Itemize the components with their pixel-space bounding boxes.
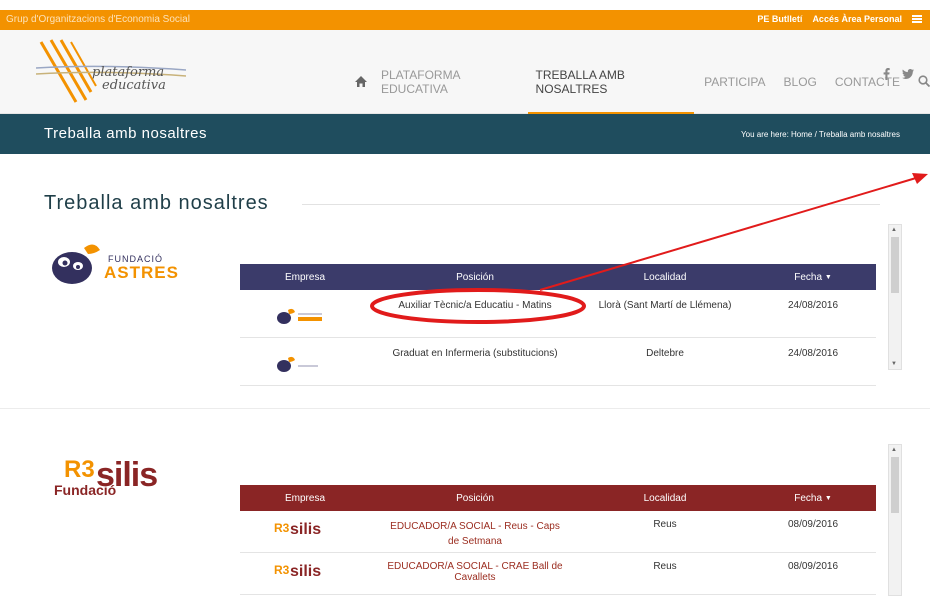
breadcrumb: You are here: Home / Treballa amb nosalt… [741,130,900,139]
social-links [883,68,914,83]
scroll-up-icon[interactable]: ▲ [891,447,897,453]
job-location: Llorà (Sant Martí de Llémena) [598,300,732,311]
resilis-table-scrollbar[interactable]: ▲ [888,444,902,596]
org-name: Grup d'Organitzacions d'Economia Social [6,14,190,25]
col-fecha[interactable]: Fecha ▼ [750,272,876,283]
col-localidad[interactable]: Localidad [580,272,750,283]
table-row[interactable]: R3 silis EDUCADOR/A SOCIAL - CRAE Ball d… [240,553,876,595]
newsletter-link[interactable]: PE Butlletí [757,14,802,24]
resilis-logo-top: R3 [64,456,95,483]
site-logo[interactable]: plataforma educativa [35,38,187,104]
facebook-icon[interactable] [883,68,890,83]
job-position[interactable]: Auxiliar Tècnic/a Educatiu - Matins [370,300,580,337]
logo-text: plataforma educativa [92,65,166,93]
job-position[interactable]: EDUCADOR/A SOCIAL - Reus - Caps de Setma… [370,519,580,552]
job-position[interactable]: Graduat en Infermeria (substitucions) [370,348,580,385]
top-links: PE Butlletí Accés Àrea Personal [757,14,922,24]
table-header: Empresa Posición Localidad Fecha ▼ [240,485,876,511]
resilis-jobs-table: Empresa Posición Localidad Fecha ▼ R3 si… [240,485,876,595]
resilis-logo-sub: Fundació [54,482,117,498]
resilis-logo: R3 silis Fundació [48,456,178,518]
job-location: Deltebre [646,348,684,359]
page-banner: Treballa amb nosaltres You are here: Hom… [0,114,930,154]
main-nav: PLATAFORMA EDUCATIVA TREBALLA AMB NOSALT… [355,68,930,114]
col-fecha[interactable]: Fecha ▼ [750,493,876,504]
job-date: 08/09/2016 [787,561,839,572]
scroll-thumb[interactable] [891,457,899,513]
company-logo: R3 silis [240,561,370,594]
astres-table-scrollbar[interactable]: ▲ ▼ [888,224,902,370]
table-row[interactable]: R3 silis EDUCADOR/A SOCIAL - Reus - Caps… [240,511,876,553]
scroll-down-icon[interactable]: ▼ [891,361,897,367]
nav-treballa-amb-nosaltres[interactable]: TREBALLA AMB NOSALTRES [527,68,694,114]
resilis-mini-word: silis [290,563,322,580]
resilis-mini-top: R3 [274,563,290,577]
breadcrumb-current: Treballa amb nosaltres [818,130,900,139]
scroll-thumb[interactable] [891,237,899,293]
sort-down-icon: ▼ [824,494,832,502]
col-localidad[interactable]: Localidad [580,493,750,504]
home-icon[interactable] [355,75,367,90]
col-empresa[interactable]: Empresa [240,272,370,283]
page-title: Treballa amb nosaltres [44,192,269,214]
table-row[interactable]: Graduat en Infermeria (substitucions) De… [240,338,876,386]
astres-jobs-table: Empresa Posición Localidad Fecha ▼ Auxil… [240,264,876,386]
title-divider [302,204,880,205]
job-date: 24/08/2016 [787,300,839,311]
personal-area-link[interactable]: Accés Àrea Personal [812,14,902,24]
nav-participa[interactable]: PARTICIPA [704,75,765,89]
job-date: 08/09/2016 [787,519,839,530]
astres-mini-icon [277,308,322,324]
job-location: Reus [653,561,677,572]
company-logo [240,300,370,337]
company-logo: R3 silis [240,519,370,552]
top-bar: Grup d'Organitzacions d'Economia Social … [0,10,930,30]
astres-logo: FUNDACIÓ ASTRES [48,232,178,292]
breadcrumb-home[interactable]: Home [791,130,812,139]
job-date: 24/08/2016 [787,348,839,359]
site-header: plataforma educativa PLATAFORMA EDUCATIV… [0,30,930,114]
annotation-arrow-head-icon [912,173,928,184]
menu-icon[interactable] [912,15,922,23]
search-icon[interactable] [918,74,930,90]
col-posicion[interactable]: Posición [370,272,580,283]
col-empresa[interactable]: Empresa [240,493,370,504]
company-logo [240,348,370,385]
astres-mini-icon [277,356,318,372]
nav-blog[interactable]: BLOG [784,75,817,89]
table-row[interactable]: Auxiliar Tècnic/a Educatiu - Matins Llor… [240,290,876,338]
col-posicion[interactable]: Posición [370,493,580,504]
resilis-mini-top: R3 [274,521,290,535]
astres-logo-big: ASTRES [104,263,179,282]
resilis-mini-word: silis [290,521,322,538]
section-divider [0,408,930,409]
banner-title: Treballa amb nosaltres [44,125,208,142]
job-location: Reus [653,519,677,530]
job-position[interactable]: EDUCADOR/A SOCIAL - CRAE Ball de Cavalle… [370,561,580,594]
scroll-up-icon[interactable]: ▲ [891,227,897,233]
twitter-icon[interactable] [902,68,914,83]
table-header: Empresa Posición Localidad Fecha ▼ [240,264,876,290]
sort-down-icon: ▼ [824,273,832,281]
nav-plataforma-educativa[interactable]: PLATAFORMA EDUCATIVA [381,68,518,96]
